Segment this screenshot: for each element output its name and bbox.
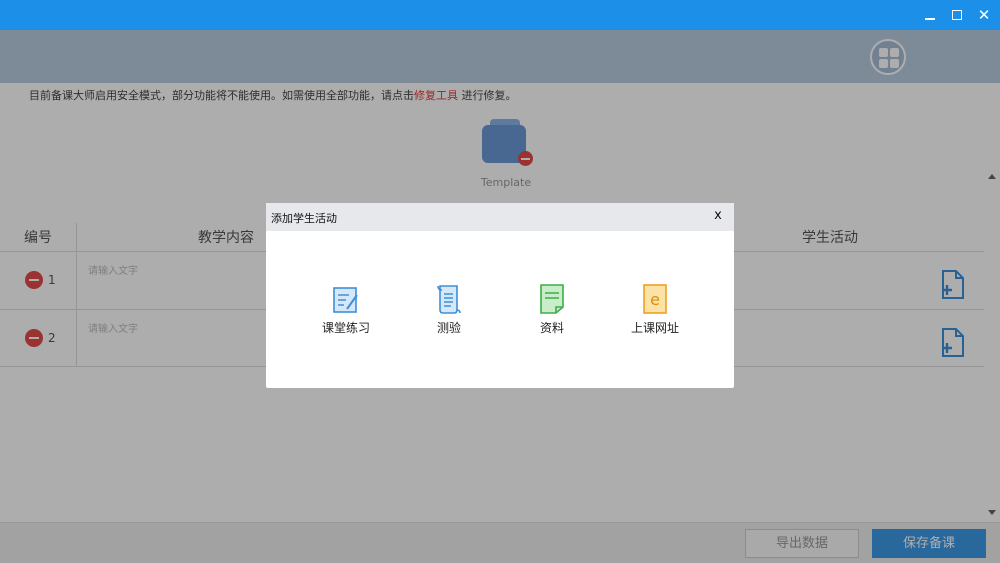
- dialog-close-button[interactable]: x: [710, 208, 726, 226]
- web-url-icon: e: [643, 284, 667, 314]
- minimize-icon: [925, 18, 935, 20]
- activity-option-exercise[interactable]: 课堂练习: [301, 283, 391, 339]
- close-icon: ✕: [977, 6, 991, 24]
- exercise-icon: [333, 287, 358, 313]
- activity-label: 资料: [539, 321, 564, 335]
- activity-label: 测验: [436, 321, 461, 335]
- window-titlebar: [0, 0, 1000, 30]
- minimize-button[interactable]: [916, 0, 944, 30]
- maximize-icon: [952, 10, 962, 20]
- dialog-header: 添加学生活动 x: [266, 203, 734, 231]
- activity-option-web-url[interactable]: e 上课网址: [610, 283, 700, 339]
- activity-label: 课堂练习: [321, 321, 370, 335]
- activity-option-material[interactable]: 资料: [507, 283, 597, 339]
- quiz-scroll-icon: [437, 285, 461, 314]
- svg-text:e: e: [650, 290, 660, 309]
- activity-option-quiz[interactable]: 测验: [404, 283, 494, 339]
- material-doc-icon: [540, 284, 564, 314]
- add-student-activity-dialog: 添加学生活动 x 课堂练习 测验 资料 e 上课网址: [266, 203, 734, 388]
- activity-label: 上课网址: [630, 321, 679, 335]
- maximize-button[interactable]: [943, 0, 971, 30]
- close-window-button[interactable]: ✕: [970, 0, 998, 30]
- dialog-title: 添加学生活动: [271, 212, 337, 225]
